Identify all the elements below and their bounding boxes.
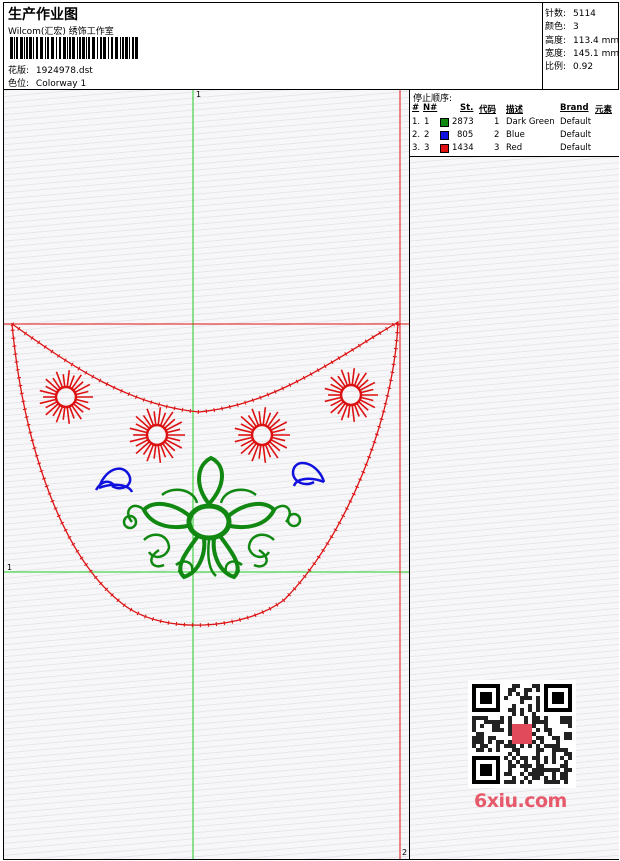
stat-width: 宽度: 145.1 mm: [545, 49, 620, 59]
left-axis-marker: 1: [7, 563, 13, 572]
table-row[interactable]: 1. 1 2873 1 Dark Green Default: [410, 117, 619, 129]
design-canvas[interactable]: 1 1 2: [4, 90, 409, 859]
colorway-line: 色位: Colorway 1: [8, 76, 86, 89]
company-name: Wilcom(汇宏) 绣饰工作室: [8, 27, 114, 37]
embroidery-design: [4, 90, 409, 859]
red-flower-left: [39, 370, 93, 424]
design-file-line: 花版: 1924978.dst: [8, 63, 93, 76]
design-label: 花版:: [8, 66, 30, 76]
blue-leaf-left: [94, 467, 134, 493]
top-axis-marker: 1: [196, 90, 202, 99]
red-flower-center-right: [234, 407, 290, 463]
design-file: 1924978.dst: [35, 66, 93, 76]
table-header: # N# St. 代码 描述 Brand 元素: [412, 103, 613, 115]
color-swatch: [440, 118, 449, 127]
outline-stitch: [11, 320, 399, 626]
red-flower-center-left: [129, 407, 185, 463]
site-logo: 6xiu.com: [474, 790, 567, 812]
stat-colors: 颜色: 3: [545, 22, 579, 32]
stop-sequence-table: 停止顺序: # N# St. 代码 描述 Brand 元素 1. 1 2873 …: [410, 90, 619, 157]
sheet-header: 生产作业图 Wilcom(汇宏) 绣饰工作室 花版: 1924978.dst 色…: [4, 3, 619, 90]
bottom-axis-marker: 2: [402, 848, 408, 857]
color-swatch: [440, 144, 449, 153]
color-swatch: [440, 131, 449, 140]
stat-stitches: 针数: 5114: [545, 9, 596, 19]
colorway-label: 色位:: [8, 79, 30, 89]
green-center-flower: [122, 455, 302, 580]
colorway-value: Colorway 1: [35, 79, 87, 89]
red-flower-right: [324, 368, 378, 422]
stat-scale: 比例: 0.92: [545, 62, 594, 72]
stats-panel: 针数: 5114 颜色: 3 高度: 113.4 mm 宽度: 145.1 mm 比例:…: [542, 3, 619, 89]
page-title: 生产作业图: [8, 7, 78, 23]
table-row[interactable]: 2. 2 805 2 Blue Default: [410, 130, 619, 142]
outline-stitch-ticks: [9, 318, 401, 628]
table-row[interactable]: 3. 3 1434 3 Red Default: [410, 143, 619, 155]
qr-code-icon: [468, 680, 576, 788]
blue-leaf-right: [291, 461, 326, 487]
stat-height: 高度: 113.4 mm: [545, 36, 620, 46]
barcode-icon: [10, 37, 138, 59]
